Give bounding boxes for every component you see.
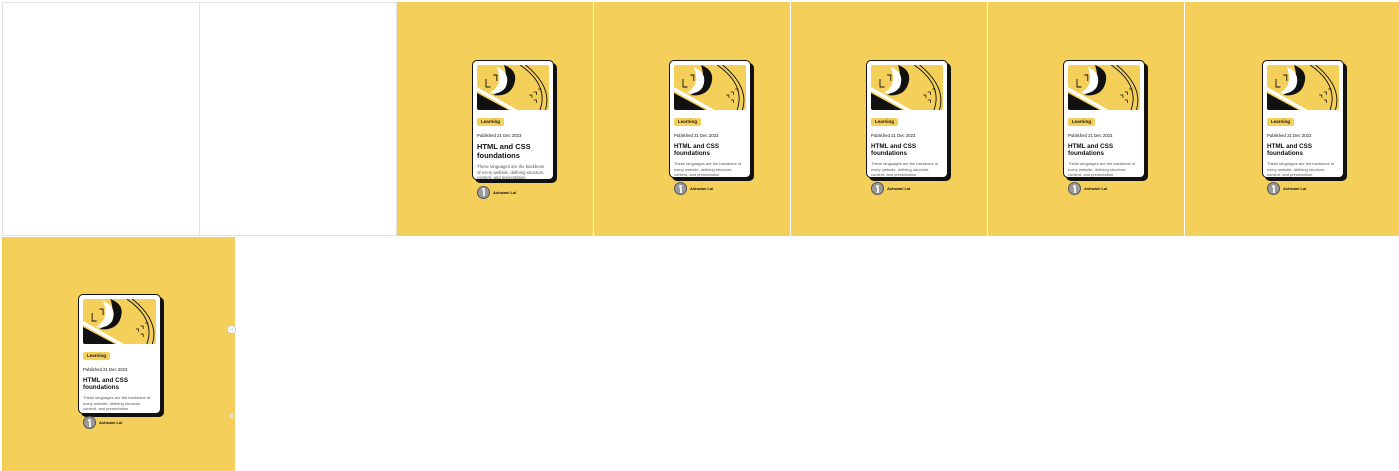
blog-card[interactable]: Learning Published 21 Dec 2023 HTML and … <box>78 294 161 430</box>
published-date: Published 21 Dec 2023 <box>83 367 128 372</box>
preview-frame-blank-2 <box>199 2 397 236</box>
author-name: Ashwani Lal <box>887 186 911 192</box>
blog-card[interactable]: Learning Published 21 Dec 2023 HTML and … <box>669 60 751 196</box>
preview-frame-3: Learning Published 21 Dec 2023 HTML and … <box>791 2 988 236</box>
published-date: Published 21 Dec 2023 <box>1068 133 1113 138</box>
preview-frame-1: Learning Published 21 Dec 2023 HTML and … <box>397 2 594 236</box>
author-name: Ashwani Lal <box>690 186 714 192</box>
avatar <box>1068 182 1081 196</box>
published-date: Published 21 Dec 2023 <box>871 133 916 138</box>
avatar <box>871 182 884 196</box>
author: Ashwani Lal <box>477 185 549 199</box>
author: Ashwani Lal <box>1267 182 1339 196</box>
author-name: Ashwani Lal <box>493 189 517 195</box>
author: Ashwani Lal <box>1068 182 1140 196</box>
category-tag: Learning <box>83 351 111 360</box>
author: Ashwani Lal <box>871 182 943 196</box>
card-title[interactable]: HTML and CSS foundations <box>871 143 943 157</box>
blog-card[interactable]: Learning Published 21 Dec 2023 HTML and … <box>1063 60 1145 196</box>
author-name: Ashwani Lal <box>99 420 123 426</box>
card-description: These languages are the backbone of ever… <box>477 164 545 181</box>
published-date: Published 21 Dec 2023 <box>674 133 719 138</box>
drag-grip-icon[interactable] <box>229 414 233 418</box>
preview-frame-5: Learning Published 21 Dec 2023 HTML and … <box>1185 2 1399 236</box>
card-illustration <box>83 299 156 344</box>
card-illustration <box>1068 65 1140 110</box>
card-illustration <box>1267 65 1339 110</box>
avatar <box>83 416 96 430</box>
avatar <box>674 182 687 196</box>
author: Ashwani Lal <box>83 416 156 430</box>
card-description: These languages are the backbone of ever… <box>1068 161 1136 177</box>
card-title[interactable]: HTML and CSS foundations <box>674 143 746 157</box>
card-illustration <box>477 65 549 110</box>
card-description: These languages are the backbone of ever… <box>871 161 939 177</box>
card-title[interactable]: HTML and CSS foundations <box>1068 143 1140 157</box>
avatar <box>477 185 490 199</box>
category-tag: Learning <box>477 117 505 126</box>
card-illustration <box>674 65 746 110</box>
blog-card[interactable]: Learning Published 21 Dec 2023 HTML and … <box>1262 60 1344 196</box>
published-date: Published 21 Dec 2023 <box>1267 133 1312 138</box>
blog-card[interactable]: Learning Published 21 Dec 2023 HTML and … <box>472 60 554 199</box>
category-tag: Learning <box>871 117 899 126</box>
resize-handle-icon[interactable]: ↔ <box>227 325 236 334</box>
card-description: These languages are the backbone of ever… <box>674 161 742 177</box>
preview-frame-2: Learning Published 21 Dec 2023 HTML and … <box>594 2 791 236</box>
preview-frame-4: Learning Published 21 Dec 2023 HTML and … <box>988 2 1185 236</box>
avatar <box>1267 182 1280 196</box>
author-name: Ashwani Lal <box>1283 186 1307 192</box>
category-tag: Learning <box>1068 117 1096 126</box>
card-title[interactable]: HTML and CSS foundations <box>83 377 156 391</box>
card-title[interactable]: HTML and CSS foundations <box>1267 143 1339 157</box>
author-name: Ashwani Lal <box>1084 186 1108 192</box>
category-tag: Learning <box>1267 117 1295 126</box>
blog-card[interactable]: Learning Published 21 Dec 2023 HTML and … <box>866 60 948 196</box>
author: Ashwani Lal <box>674 182 746 196</box>
published-date: Published 21 Dec 2023 <box>477 133 522 138</box>
card-description: These languages are the backbone of ever… <box>83 395 151 411</box>
card-title[interactable]: HTML and CSS foundations <box>477 142 549 160</box>
preview-frame-blank-1 <box>2 2 200 236</box>
preview-frame-6: Learning Published 21 Dec 2023 HTML and … <box>2 237 235 471</box>
card-description: These languages are the backbone of ever… <box>1267 161 1335 177</box>
card-illustration <box>871 65 943 110</box>
category-tag: Learning <box>674 117 702 126</box>
